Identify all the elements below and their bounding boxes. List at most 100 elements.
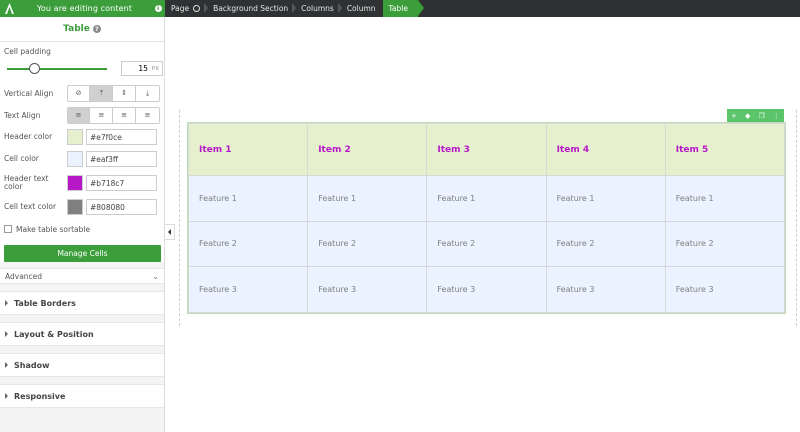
element-toolbar: + ◆ ❐ ⋮ xyxy=(727,109,784,122)
table-cell[interactable]: Feature 3 xyxy=(187,266,309,313)
editing-status-label: You are editing content xyxy=(36,4,132,13)
panel-body: Cell padding 15 PX Vertical Align ⊘ ⤒ ⇕ … xyxy=(0,42,164,262)
none-icon[interactable]: ⊘ xyxy=(67,85,91,101)
section-shadow[interactable]: Shadow xyxy=(0,353,164,377)
column-guide-right xyxy=(796,110,797,326)
caret-right-icon xyxy=(5,300,8,306)
sortable-row: Make table sortable xyxy=(4,222,160,236)
table-cell[interactable]: Feature 3 xyxy=(545,266,666,313)
table-cell[interactable]: Feature 2 xyxy=(187,220,309,268)
header-cell[interactable]: Item 4 xyxy=(545,123,666,176)
table-cell[interactable]: Feature 1 xyxy=(426,175,547,222)
table-row: Feature 1 Feature 1 Feature 1 Feature 1 … xyxy=(187,175,786,222)
align-right-icon[interactable]: ≡ xyxy=(113,107,137,123)
manage-cells-button[interactable]: Manage Cells xyxy=(4,245,161,262)
table-element[interactable]: Item 1 Item 2 Item 3 Item 4 Item 5 Featu… xyxy=(187,122,786,314)
cell-padding-slider-track[interactable] xyxy=(7,68,107,70)
breadcrumb-columns[interactable]: Columns xyxy=(295,0,342,17)
section-label: Responsive xyxy=(14,391,66,401)
table-header-row: Item 1 Item 2 Item 3 Item 4 Item 5 xyxy=(187,123,786,176)
paint-icon[interactable]: ◆ xyxy=(745,112,750,120)
chevron-down-icon: ⌄ xyxy=(152,271,159,281)
table-cell[interactable]: Feature 3 xyxy=(426,266,547,313)
gear-icon[interactable] xyxy=(193,5,201,12)
cell-text-color-row: Cell text color #808080 xyxy=(4,196,160,218)
panel-title-text: Table xyxy=(63,24,90,34)
table-cell[interactable]: Feature 3 xyxy=(664,266,786,313)
settings-panel: Table ? Cell padding 15 PX Vertical Alig… xyxy=(0,17,165,432)
more-icon[interactable]: ⋮ xyxy=(773,112,780,120)
align-center-icon[interactable]: ≡ xyxy=(90,107,114,123)
breadcrumb-table[interactable]: Table xyxy=(382,0,425,17)
table-cell[interactable]: Feature 2 xyxy=(664,220,786,268)
align-middle-icon[interactable]: ⇕ xyxy=(113,85,137,101)
table-row: Feature 3 Feature 3 Feature 3 Feature 3 … xyxy=(187,266,786,313)
table-cell[interactable]: Feature 2 xyxy=(545,220,666,268)
table-cell[interactable]: Feature 1 xyxy=(545,175,666,222)
advanced-toggle[interactable]: Advanced ⌄ xyxy=(0,268,164,284)
sortable-checkbox[interactable] xyxy=(4,225,12,233)
vertical-align-group: ⊘ ⤒ ⇕ ⤓ xyxy=(66,84,160,102)
caret-left-icon xyxy=(168,229,171,235)
breadcrumb: Page Background Section Columns Column T… xyxy=(165,0,800,17)
section-responsive[interactable]: Responsive xyxy=(0,384,164,408)
sortable-label: Make table sortable xyxy=(16,224,91,234)
header-cell[interactable]: Item 1 xyxy=(187,123,309,176)
caret-right-icon xyxy=(5,393,8,399)
copy-icon[interactable]: ❐ xyxy=(759,112,765,120)
cell-padding-value: 15 xyxy=(138,64,148,73)
cell-text-color-input[interactable]: #808080 xyxy=(86,199,157,215)
cell-color-input[interactable]: #eaf3ff xyxy=(86,151,157,167)
table-cell[interactable]: Feature 1 xyxy=(187,175,309,222)
advanced-label: Advanced xyxy=(5,271,43,281)
section-label: Table Borders xyxy=(14,298,76,308)
table-cell[interactable]: Feature 3 xyxy=(307,266,428,313)
text-align-row: Text Align ≡ ≡ ≡ ≡ xyxy=(4,104,160,126)
data-table: Item 1 Item 2 Item 3 Item 4 Item 5 Featu… xyxy=(187,123,786,313)
section-table-borders[interactable]: Table Borders xyxy=(0,291,164,315)
collapse-panel-button[interactable] xyxy=(165,224,175,240)
header-color-swatch[interactable] xyxy=(67,129,83,145)
breadcrumb-page[interactable]: Page xyxy=(165,0,209,17)
add-icon[interactable]: + xyxy=(731,112,737,120)
editor-canvas: + ◆ ❐ ⋮ Item 1 Item 2 Item 3 Item 4 Item… xyxy=(175,17,800,432)
breadcrumb-page-label: Page xyxy=(171,4,190,13)
caret-right-icon xyxy=(5,331,8,337)
table-cell[interactable]: Feature 1 xyxy=(664,175,786,222)
header-text-color-swatch[interactable] xyxy=(67,175,83,191)
align-top-icon[interactable]: ⤒ xyxy=(90,85,114,101)
header-color-label: Header color xyxy=(4,132,53,141)
cell-text-color-swatch[interactable] xyxy=(67,199,83,215)
cell-color-swatch[interactable] xyxy=(67,151,83,167)
align-bottom-icon[interactable]: ⤓ xyxy=(136,85,159,101)
help-icon[interactable]: ? xyxy=(92,25,101,33)
table-cell[interactable]: Feature 1 xyxy=(307,175,428,222)
cell-padding-input[interactable]: 15 PX xyxy=(121,61,163,76)
table-cell[interactable]: Feature 2 xyxy=(307,220,428,268)
header-cell[interactable]: Item 2 xyxy=(307,123,428,176)
header-cell[interactable]: Item 5 xyxy=(664,123,786,176)
panel-title: Table ? xyxy=(0,17,164,42)
caret-right-icon xyxy=(5,362,8,368)
header-text-color-input[interactable]: #b718c7 xyxy=(86,175,157,191)
cell-color-label: Cell color xyxy=(4,154,39,163)
breadcrumb-column[interactable]: Column xyxy=(341,0,383,17)
align-left-icon[interactable]: ≡ xyxy=(67,107,91,123)
table-cell[interactable]: Feature 2 xyxy=(426,220,547,268)
breadcrumb-background-section[interactable]: Background Section xyxy=(207,0,297,17)
vertical-align-row: Vertical Align ⊘ ⤒ ⇕ ⤓ xyxy=(4,82,160,104)
section-label: Shadow xyxy=(14,360,50,370)
vertical-align-label: Vertical Align xyxy=(4,88,54,98)
cell-padding-slider-thumb[interactable] xyxy=(29,63,40,74)
editor-top-bar: You are editing content i xyxy=(0,0,165,17)
info-icon[interactable]: i xyxy=(151,0,165,17)
header-text-color-label: Header text color xyxy=(4,174,49,191)
align-justify-icon[interactable]: ≡ xyxy=(136,107,159,123)
cell-padding-unit: PX xyxy=(151,65,159,72)
section-layout-position[interactable]: Layout & Position xyxy=(0,322,164,346)
header-cell[interactable]: Item 3 xyxy=(426,123,547,176)
cell-padding-control: 15 PX xyxy=(4,56,163,82)
app-logo-icon[interactable] xyxy=(0,0,18,17)
header-color-input[interactable]: #e7f0ce xyxy=(86,129,157,145)
table-row: Feature 2 Feature 2 Feature 2 Feature 2 … xyxy=(187,220,786,268)
